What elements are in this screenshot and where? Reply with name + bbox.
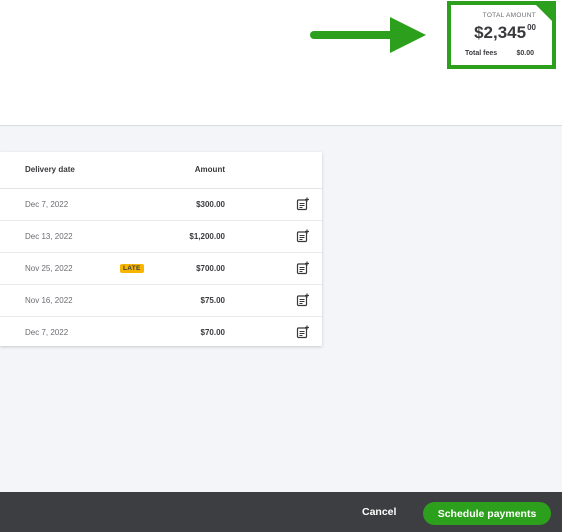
table-row: Dec 13, 2022 $1,200.00: [0, 221, 322, 253]
table-row: Nov 16, 2022 $75.00: [0, 285, 322, 317]
add-memo-icon[interactable]: [296, 229, 310, 243]
cancel-button[interactable]: Cancel: [352, 502, 406, 522]
total-amount-label: TOTAL AMOUNT: [482, 12, 536, 19]
late-badge: LATE: [120, 264, 144, 273]
delivery-date-cell: Nov 25, 2022: [25, 264, 73, 273]
total-fees: Total fees $0.00: [465, 50, 534, 57]
add-memo-icon[interactable]: [296, 197, 310, 211]
arrow-right-icon: [310, 17, 426, 53]
delivery-date-cell: Nov 16, 2022: [25, 296, 73, 305]
table-row: Nov 25, 2022 LATE $700.00: [0, 253, 322, 285]
add-memo-icon[interactable]: [296, 261, 310, 275]
amount-cell: $1,200.00: [189, 232, 225, 241]
add-memo-icon[interactable]: [296, 293, 310, 307]
column-header-delivery-date[interactable]: Delivery date: [25, 165, 75, 174]
header-area: TOTAL AMOUNT $2,34500 Total fees $0.00: [0, 0, 562, 126]
table-body: Dec 7, 2022 $300.00 Dec 13, 2022 $1,200.00 N…: [0, 189, 322, 348]
card-corner-marker: [535, 4, 553, 22]
footer-bar: Cancel Schedule payments: [0, 492, 562, 532]
payments-table: Delivery date Amount Dec 7, 2022 $300.00 D…: [0, 152, 322, 346]
amount-cell: $70.00: [200, 328, 225, 337]
delivery-date-cell: Dec 7, 2022: [25, 200, 69, 209]
table-row: Dec 7, 2022 $70.00: [0, 317, 322, 348]
amount-cell: $700.00: [196, 264, 225, 273]
total-amount-value: $2,34500: [474, 23, 536, 43]
total-amount-cents: 00: [527, 23, 536, 32]
table-row: Dec 7, 2022 $300.00: [0, 189, 322, 221]
table-header: Delivery date Amount: [0, 152, 322, 189]
schedule-payments-button[interactable]: Schedule payments: [423, 502, 551, 525]
delivery-date-cell: Dec 7, 2022: [25, 328, 69, 337]
amount-cell: $75.00: [200, 296, 225, 305]
column-header-amount[interactable]: Amount: [195, 165, 225, 174]
total-amount-card: TOTAL AMOUNT $2,34500 Total fees $0.00: [447, 1, 556, 69]
add-memo-icon[interactable]: [296, 325, 310, 339]
delivery-date-cell: Dec 13, 2022: [25, 232, 73, 241]
total-fees-value: $0.00: [516, 50, 534, 57]
amount-cell: $300.00: [196, 200, 225, 209]
total-amount-whole: $2,345: [474, 23, 527, 42]
total-fees-label: Total fees: [465, 50, 498, 57]
